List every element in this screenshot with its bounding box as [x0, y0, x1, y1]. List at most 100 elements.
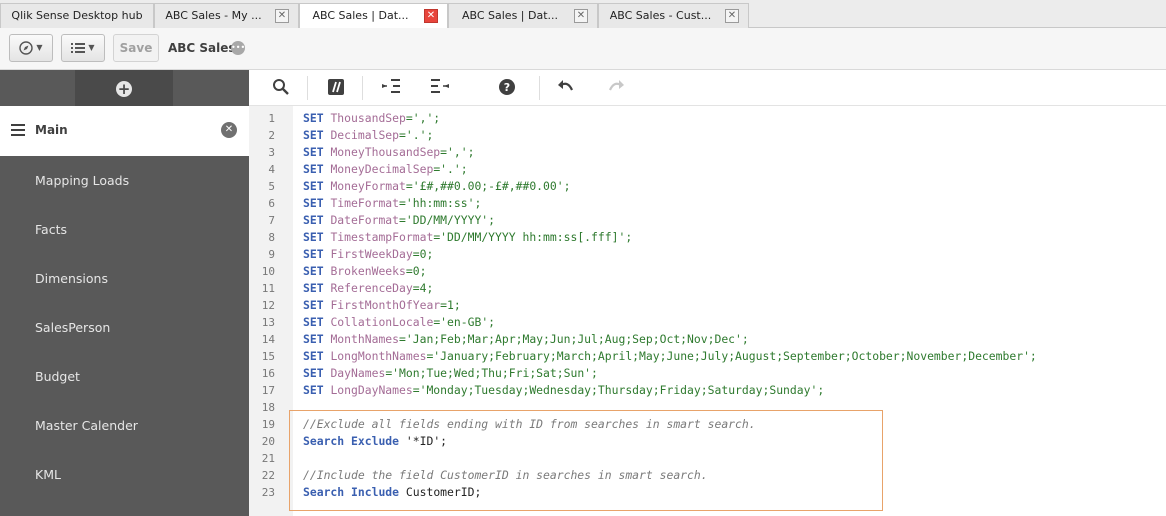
code-text: SET CollationLocale='en-GB';	[303, 314, 495, 331]
code-token: FirstWeekDay	[330, 247, 413, 261]
code-text: SET FirstWeekDay=0;	[303, 246, 433, 263]
line-number: 23	[261, 486, 275, 499]
code-text: SET MoneyDecimalSep='.';	[303, 161, 468, 178]
comment-toggle-icon[interactable]	[326, 78, 346, 98]
line-number: 3	[268, 146, 275, 159]
close-icon[interactable]: ✕	[424, 9, 438, 23]
code-token: SET	[303, 383, 324, 397]
tab-abc-sales-data-editor[interactable]: ABC Sales | Dat... ✕	[299, 3, 448, 29]
code-line[interactable]: 21	[249, 450, 275, 467]
line-number: 11	[261, 282, 275, 295]
line-number: 19	[261, 418, 275, 431]
tab-qlik-hub[interactable]: Qlik Sense Desktop hub	[0, 3, 154, 28]
sidebar-item-main[interactable]: Main ✕	[0, 106, 249, 156]
code-line[interactable]: 1 SET ThousandSep=',';	[249, 110, 440, 127]
code-token: =',';	[440, 145, 475, 159]
code-line[interactable]: 19//Exclude all fields ending with ID fr…	[249, 416, 756, 433]
sidebar-item-master-calender[interactable]: Master Calender	[0, 401, 249, 450]
code-line[interactable]: 2 SET DecimalSep='.';	[249, 127, 433, 144]
code-text: SET TimeFormat='hh:mm:ss';	[303, 195, 481, 212]
sidebar-item-facts[interactable]: Facts	[0, 205, 249, 254]
app-title: ABC Sales	[168, 41, 236, 55]
code-line[interactable]: 18	[249, 399, 275, 416]
code-text: SET FirstMonthOfYear=1;	[303, 297, 461, 314]
code-line[interactable]: 7 SET DateFormat='DD/MM/YYYY';	[249, 212, 495, 229]
code-token: LongDayNames	[330, 383, 413, 397]
line-number: 1	[268, 112, 275, 125]
redo-icon[interactable]	[606, 78, 626, 98]
compass-icon	[19, 41, 34, 55]
tab-label: ABC Sales - My ...	[165, 9, 262, 22]
close-icon[interactable]: ✕	[725, 9, 739, 23]
code-text: SET BrokenWeeks=0;	[303, 263, 426, 280]
code-line[interactable]: 9 SET FirstWeekDay=0;	[249, 246, 433, 263]
code-line[interactable]: 17 SET LongDayNames='Monday;Tuesday;Wedne…	[249, 382, 824, 399]
code-line[interactable]: 22//Include the field CustomerID in sear…	[249, 467, 708, 484]
code-token: FirstMonthOfYear	[330, 298, 441, 312]
code-text: SET MoneyFormat='£#,##0.00;-£#,##0.00';	[303, 178, 570, 195]
code-token: SET	[303, 264, 324, 278]
indent-icon[interactable]	[381, 78, 401, 98]
code-token: ='.';	[399, 128, 434, 142]
sidebar-item-salesperson[interactable]: SalesPerson	[0, 303, 249, 352]
drag-handle-icon[interactable]	[11, 124, 25, 136]
code-line[interactable]: 3 SET MoneyThousandSep=',';	[249, 144, 474, 161]
code-line[interactable]: 5 SET MoneyFormat='£#,##0.00;-£#,##0.00';	[249, 178, 570, 195]
code-line[interactable]: 14 SET MonthNames='Jan;Feb;Mar;Apr;May;Ju…	[249, 331, 749, 348]
close-icon[interactable]: ✕	[221, 122, 237, 138]
code-token: LongMonthNames	[330, 349, 427, 363]
code-token: SET	[303, 213, 324, 227]
code-line[interactable]: 11 SET ReferenceDay=4;	[249, 280, 434, 297]
close-icon[interactable]: ✕	[574, 9, 588, 23]
add-section-button[interactable]: +	[75, 70, 173, 106]
code-line[interactable]: 6 SET TimeFormat='hh:mm:ss';	[249, 195, 481, 212]
sections-menu-button[interactable]: ▼	[61, 34, 105, 62]
close-icon[interactable]: ✕	[275, 9, 289, 23]
tab-abc-sales-cust[interactable]: ABC Sales - Cust... ✕	[598, 3, 749, 28]
sidebar-item-dimensions[interactable]: Dimensions	[0, 254, 249, 303]
line-number: 20	[261, 435, 275, 448]
code-token: ='Mon;Tue;Wed;Thu;Fri;Sat;Sun';	[385, 366, 598, 380]
tab-label: ABC Sales - Cust...	[609, 9, 712, 22]
code-text: SET MoneyThousandSep=',';	[303, 144, 474, 161]
code-line[interactable]: 15 SET LongMonthNames='January;February;M…	[249, 348, 1037, 365]
code-token: ='January;February;March;April;May;June;…	[426, 349, 1037, 363]
app-toolbar: ▼ ▼ Save ABC Sales •••	[0, 28, 1166, 70]
editor-toolbar: ?	[249, 70, 1166, 106]
undo-icon[interactable]	[556, 78, 576, 98]
code-line[interactable]: 4 SET MoneyDecimalSep='.';	[249, 161, 467, 178]
outdent-icon[interactable]	[430, 78, 450, 98]
browser-tab-bar: Qlik Sense Desktop hub ABC Sales - My ..…	[0, 0, 1166, 29]
info-icon[interactable]: •••	[231, 41, 245, 55]
code-token: CollationLocale	[330, 315, 434, 329]
code-token: ='Jan;Feb;Mar;Apr;May;Jun;Jul;Aug;Sep;Oc…	[399, 332, 749, 346]
code-token: ='DD/MM/YYYY hh:mm:ss[.fff]';	[433, 230, 633, 244]
code-line[interactable]: 16 SET DayNames='Mon;Tue;Wed;Thu;Fri;Sat;…	[249, 365, 598, 382]
code-token: SET	[303, 332, 324, 346]
save-button[interactable]: Save	[113, 34, 159, 62]
tab-abc-sales-my[interactable]: ABC Sales - My ... ✕	[154, 3, 299, 28]
code-text: SET DayNames='Mon;Tue;Wed;Thu;Fri;Sat;Su…	[303, 365, 598, 382]
sidebar-item-mapping-loads[interactable]: Mapping Loads	[0, 156, 249, 205]
code-line[interactable]: 10 SET BrokenWeeks=0;	[249, 263, 427, 280]
sections-sidebar: + Main ✕ Mapping Loads Facts Dimensions …	[0, 70, 249, 516]
sidebar-item-budget[interactable]: Budget	[0, 352, 249, 401]
navigation-button[interactable]: ▼	[9, 34, 53, 62]
code-line[interactable]: 20 Search Exclude '*ID';	[249, 433, 447, 450]
line-number: 13	[261, 316, 275, 329]
help-icon[interactable]: ?	[497, 78, 517, 98]
code-text: SET DateFormat='DD/MM/YYYY';	[303, 212, 495, 229]
line-number: 15	[261, 350, 275, 363]
plus-circle-icon: +	[116, 79, 132, 98]
code-line[interactable]: 13 SET CollationLocale='en-GB';	[249, 314, 495, 331]
tab-label: Qlik Sense Desktop hub	[11, 9, 143, 22]
code-line[interactable]: 12 SET FirstMonthOfYear=1;	[249, 297, 461, 314]
tab-abc-sales-data-2[interactable]: ABC Sales | Dat... ✕	[448, 3, 598, 28]
code-text: SET MonthNames='Jan;Feb;Mar;Apr;May;Jun;…	[303, 331, 749, 348]
code-line[interactable]: 8 SET TimestampFormat='DD/MM/YYYY hh:mm:s…	[249, 229, 632, 246]
tab-label: ABC Sales | Dat...	[312, 9, 409, 22]
search-icon[interactable]	[271, 78, 291, 98]
code-line[interactable]: 23 Search Include CustomerID;	[249, 484, 482, 501]
sidebar-item-kml[interactable]: KML	[0, 450, 249, 499]
line-number: 2	[268, 129, 275, 142]
